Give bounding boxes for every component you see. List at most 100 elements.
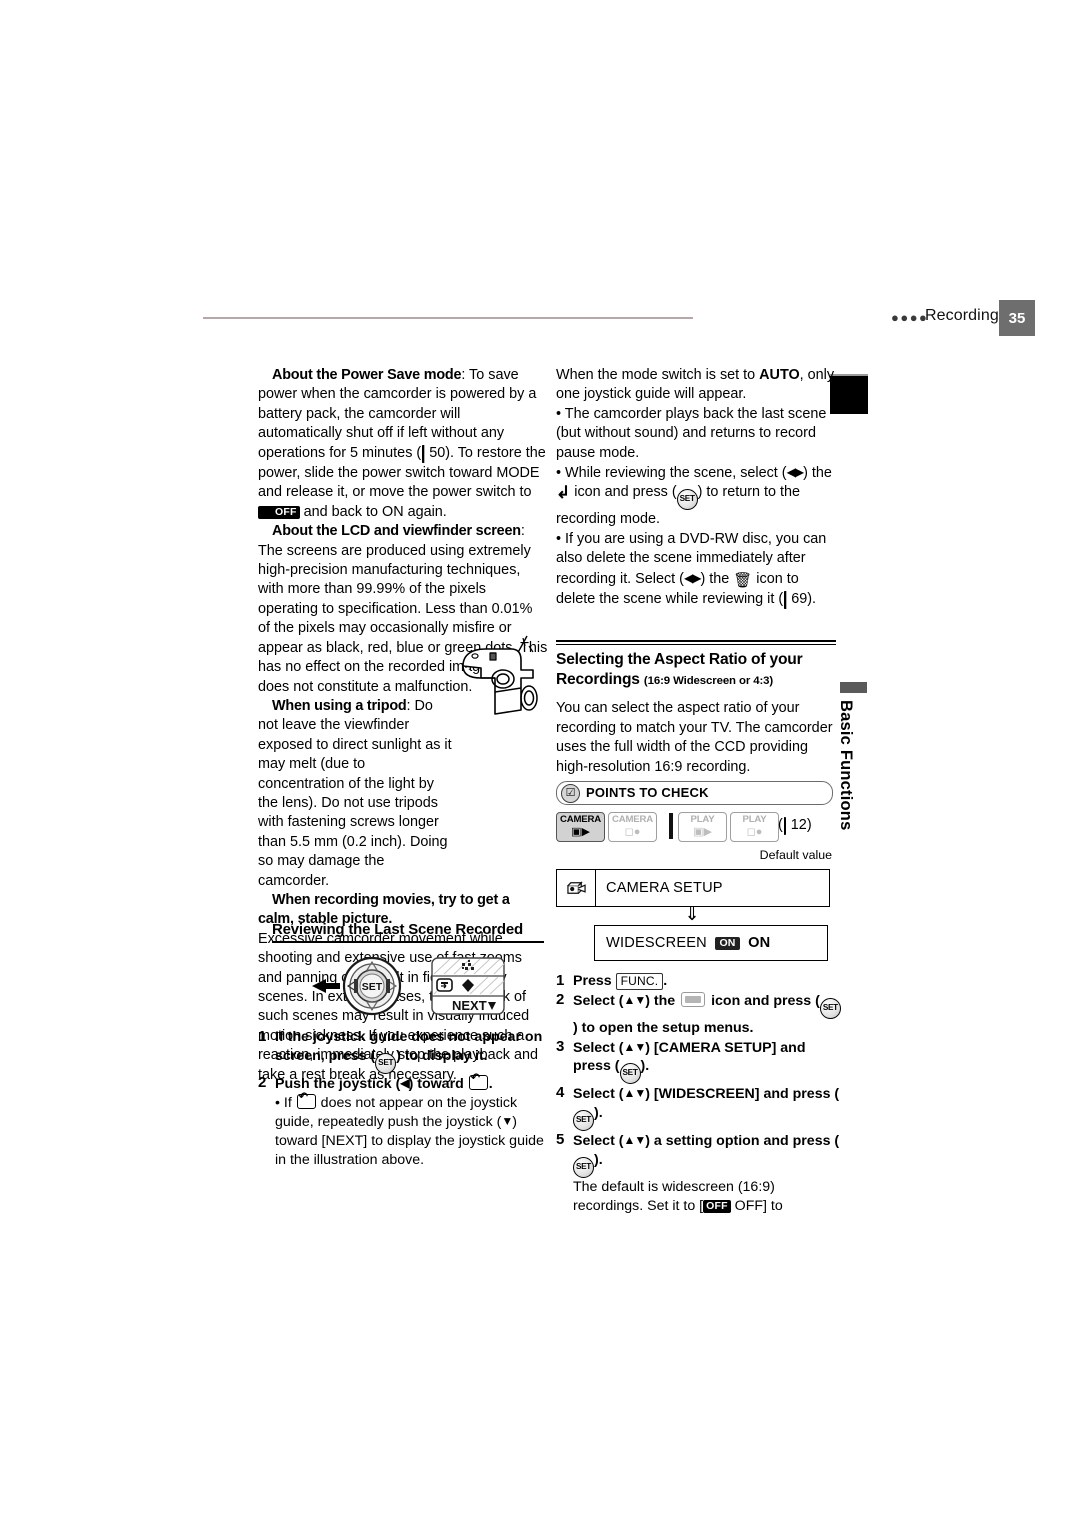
right-step-4-d: ). bbox=[594, 1105, 603, 1122]
camera-setup-icon bbox=[557, 870, 596, 906]
menu-box-widescreen: WIDESCREEN ON ON bbox=[594, 925, 828, 961]
right-bullet-review: • While reviewing the scene, select (◀▶)… bbox=[556, 463, 841, 530]
menu-flow-arrow-icon: ⇓ bbox=[684, 904, 700, 924]
photo-camera-icon: ◻● bbox=[624, 826, 641, 838]
left-substep-text-a: • If bbox=[275, 1094, 296, 1111]
reviewing-section-rule bbox=[272, 941, 544, 944]
power-save-text-3: and back to ON again. bbox=[299, 503, 447, 520]
right-step-4-b: ) [WIDESCREEN] and press ( bbox=[645, 1086, 840, 1103]
bullet-delete-d: ). bbox=[807, 591, 816, 608]
document-page: ●●●● Recording 35 Basic Functions About … bbox=[0, 0, 1080, 1528]
reviewing-section-title: Reviewing the Last Scene Recorded bbox=[272, 921, 523, 938]
down-arrow-glyph: ▼ bbox=[501, 1114, 513, 1129]
right-step-2-a: Select ( bbox=[573, 992, 624, 1009]
power-save-page-ref: 50 bbox=[429, 444, 446, 461]
review-icon bbox=[468, 1072, 488, 1090]
up-down-arrows-glyph: ▲▼ bbox=[623, 992, 646, 1007]
chapter-tab-gray bbox=[840, 682, 867, 693]
points-to-check-banner: ☑ POINTS TO CHECK bbox=[556, 781, 833, 805]
book-icon-3 bbox=[783, 817, 786, 835]
right-step-3-a: Select ( bbox=[573, 1039, 624, 1056]
lcd-viewfinder-lead: About the LCD and viewfinder screen bbox=[272, 523, 521, 540]
mode-play-movie: PLAY ▣▶ bbox=[678, 812, 727, 842]
right-bullet-1: • The camcorder plays back the last scen… bbox=[556, 405, 827, 461]
mode-page-ref-number: 12 bbox=[790, 817, 807, 833]
right-step-5-number: 5 bbox=[556, 1131, 565, 1149]
right-steps-list: 1 Press FUNC.. 2 Select (▲▼) the icon an… bbox=[556, 972, 841, 1216]
right-step-2-number: 2 bbox=[556, 990, 565, 1008]
book-icon-2 bbox=[784, 591, 787, 610]
left-substep: • If does not appear on the joystick gui… bbox=[258, 1091, 550, 1170]
aspect-ratio-heading-rule bbox=[556, 640, 836, 646]
play-photo-icon: ◻● bbox=[746, 826, 763, 838]
up-down-arrows-glyph-3: ▲▼ bbox=[623, 1086, 646, 1101]
right-step-3: 3 Select (▲▼) [CAMERA SETUP] and press (… bbox=[556, 1038, 841, 1085]
left-step-2-text-a: Push the joystick ( bbox=[275, 1075, 401, 1092]
joystick-guide-illustration: SET NEXT bbox=[310, 950, 520, 1022]
chapter-tab-label: Basic Functions bbox=[837, 700, 855, 831]
left-step-2-text-b: ) toward bbox=[408, 1075, 468, 1092]
right-step-2: 2 Select (▲▼) the icon and press (SET) t… bbox=[556, 991, 841, 1038]
right-step-1-number: 1 bbox=[556, 972, 565, 989]
points-to-check-label: POINTS TO CHECK bbox=[586, 785, 709, 800]
right-step-2-d: ) to open the setup menus. bbox=[573, 1019, 754, 1036]
page-header: ●●●● Recording 35 bbox=[203, 300, 1035, 340]
right-closing-text: The default is widescreen (16:9) recordi… bbox=[556, 1178, 841, 1216]
mode-page-ref: ( 12) bbox=[778, 817, 812, 835]
setup-menu-icon bbox=[681, 991, 706, 1007]
right-step-2-b: ) the bbox=[645, 992, 680, 1009]
off-badge-icon: OFF bbox=[258, 505, 300, 519]
play-movie-icon: ▣▶ bbox=[693, 826, 712, 838]
right-step-4-a: Select ( bbox=[573, 1086, 624, 1103]
checkbox-icon: ☑ bbox=[561, 784, 580, 803]
set-button-icon-5: SET bbox=[573, 1110, 594, 1132]
left-right-arrows-glyph: ◀▶ bbox=[786, 465, 804, 480]
left-step-1-text-b: ) to display it. bbox=[396, 1047, 488, 1064]
set-button-icon: SET bbox=[375, 1052, 397, 1074]
set-button-icon-3: SET bbox=[819, 997, 841, 1019]
aspect-ratio-intro: You can select the aspect ratio of your … bbox=[556, 700, 833, 775]
widescreen-label: WIDESCREEN bbox=[606, 935, 707, 951]
set-button-icon-4: SET bbox=[619, 1063, 641, 1085]
header-rule bbox=[203, 317, 693, 319]
svg-text:NEXT: NEXT bbox=[452, 998, 487, 1013]
left-arrow-icon bbox=[312, 979, 340, 993]
bullet-review-b: ) the bbox=[803, 465, 832, 482]
book-icon bbox=[422, 444, 425, 463]
tripod-lead: When using a tripod bbox=[272, 697, 407, 714]
mode-play-photo: PLAY ◻● bbox=[730, 812, 779, 842]
left-step-1-number: 1 bbox=[258, 1028, 267, 1045]
right-step-3-d: ). bbox=[640, 1058, 650, 1075]
right-step-1-a: Press bbox=[573, 973, 616, 989]
trash-icon: 🗑 bbox=[733, 571, 753, 589]
right-step-4: 4 Select (▲▼) [WIDESCREEN] and press (SE… bbox=[556, 1084, 841, 1132]
review-icon-inline bbox=[296, 1091, 316, 1109]
right-step-1-b: . bbox=[663, 973, 668, 989]
func-button-icon: FUNC. bbox=[615, 973, 664, 990]
right-step-5-a: Select ( bbox=[573, 1133, 624, 1150]
bullet-delete-b: ) the bbox=[700, 570, 734, 587]
right-column: When the mode switch is set to AUTO, onl… bbox=[556, 366, 841, 610]
tripod-camcorder-illustration bbox=[455, 632, 545, 724]
up-down-arrows-glyph-4: ▲▼ bbox=[623, 1133, 646, 1148]
right-closing-b: OFF] to bbox=[730, 1197, 783, 1214]
right-step-5-d: ). bbox=[594, 1151, 603, 1168]
right-step-5-b: ) a setting option and press ( bbox=[645, 1133, 840, 1150]
right-bullet-delete: • If you are using a DVD-RW disc, you ca… bbox=[556, 530, 841, 611]
up-down-arrows-glyph-2: ▲▼ bbox=[623, 1039, 646, 1054]
right-step-5: 5 Select (▲▼) a setting option and press… bbox=[556, 1131, 841, 1178]
return-arrow-icon: ↲ bbox=[556, 483, 571, 503]
movie-camera-icon: ▣▶ bbox=[571, 826, 590, 838]
left-step-2-text-c: . bbox=[488, 1075, 493, 1092]
auto-mode-note: When the mode switch is set to AUTO, onl… bbox=[556, 366, 841, 610]
bullet-delete-page-ref: 69 bbox=[791, 591, 808, 608]
mode-camera-photo: CAMERA ◻● bbox=[608, 812, 657, 842]
mode-play-photo-label: PLAY bbox=[742, 814, 767, 825]
mode-camera-movie-label: CAMERA bbox=[560, 814, 601, 825]
widescreen-value: ON bbox=[748, 935, 771, 951]
left-steps-list: 1 If the joystick guide does not appear … bbox=[258, 1028, 550, 1170]
aspect-ratio-title: Selecting the Aspect Ratio of your Recor… bbox=[556, 650, 836, 691]
camera-setup-label: CAMERA SETUP bbox=[606, 880, 723, 896]
set-button-icon-2: SET bbox=[676, 489, 698, 511]
left-step-1: 1 If the joystick guide does not appear … bbox=[258, 1028, 550, 1074]
